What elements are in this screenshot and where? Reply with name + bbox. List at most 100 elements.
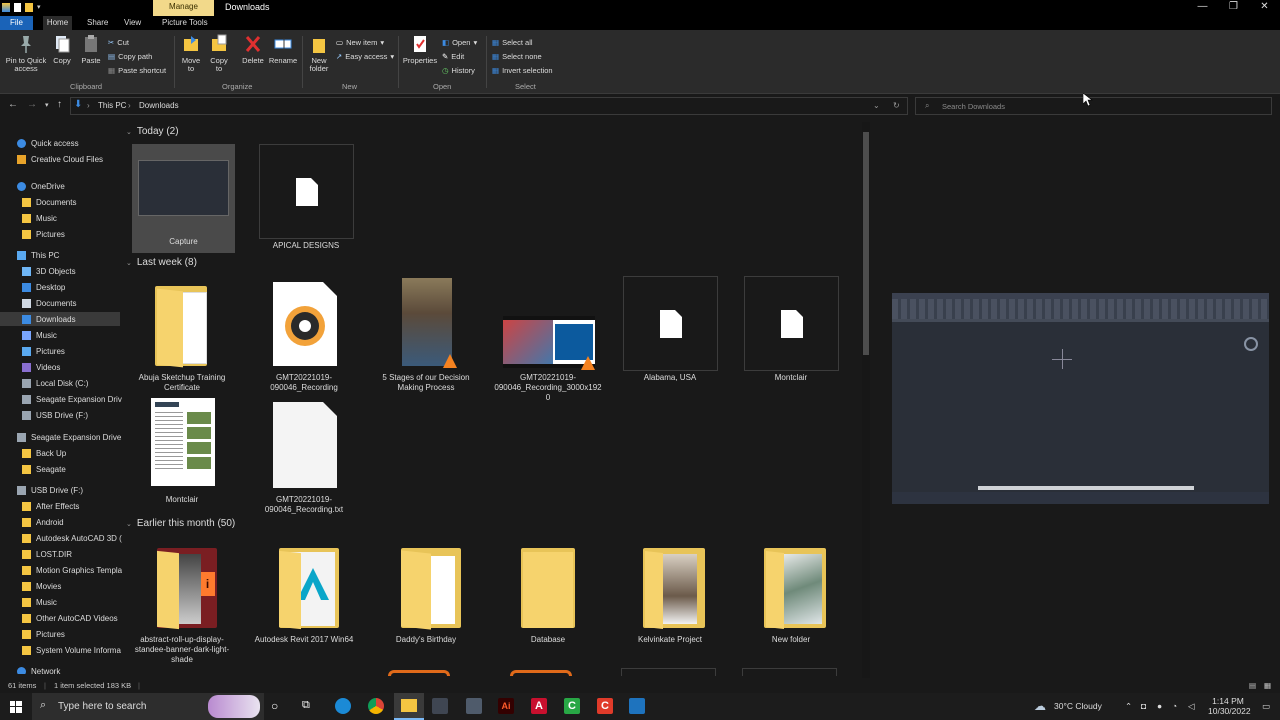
weather-text[interactable]: 30°C Cloudy bbox=[1054, 701, 1102, 711]
file-item-database[interactable]: Database bbox=[494, 538, 602, 645]
notifications-icon[interactable]: ▭ bbox=[1262, 701, 1270, 712]
close-button[interactable]: ✕ bbox=[1249, 0, 1280, 16]
large-icons-view-icon[interactable]: ▦ bbox=[1264, 681, 1271, 690]
nav-item[interactable]: Seagate bbox=[0, 462, 66, 476]
app-icon[interactable] bbox=[466, 698, 482, 714]
file-item-daddys-birthday[interactable]: Daddy's Birthday bbox=[372, 538, 480, 645]
tab-share[interactable]: Share bbox=[87, 16, 108, 30]
file-item-abuja-certificate[interactable]: Abuja Sketchup Training Certificate bbox=[128, 276, 236, 393]
task-view-icon[interactable]: ⧉ bbox=[302, 699, 310, 712]
nav-item[interactable]: Android bbox=[0, 515, 64, 529]
file-item-alabama[interactable]: Alabama, USA bbox=[616, 276, 724, 383]
autocad-icon[interactable]: A bbox=[531, 698, 547, 714]
nav-item[interactable]: 3D Objects bbox=[0, 264, 76, 278]
file-item-montclair-doc[interactable]: Montclair bbox=[128, 398, 236, 505]
nav-item[interactable]: LOST.DIR bbox=[0, 547, 72, 561]
app-icon[interactable] bbox=[432, 698, 448, 714]
file-item-gmt-recording-audio[interactable]: GMT20221019-090046_Recording bbox=[250, 276, 358, 393]
up-button[interactable]: ↑ bbox=[57, 99, 62, 110]
group-header-today[interactable]: ⌄ Today (2) bbox=[126, 126, 179, 137]
nav-item[interactable]: Other AutoCAD Videos bbox=[0, 611, 118, 625]
nav-item[interactable]: Pictures bbox=[0, 344, 65, 358]
minimize-button[interactable]: — bbox=[1187, 0, 1218, 16]
nav-item[interactable]: System Volume Informa bbox=[0, 643, 121, 657]
tab-home[interactable]: Home bbox=[43, 16, 72, 30]
microphone-icon[interactable]: ● bbox=[1157, 701, 1162, 711]
search-box[interactable]: ⌕ Search Downloads bbox=[915, 97, 1272, 115]
cut-button[interactable]: ✂ Cut bbox=[108, 36, 129, 48]
nav-item[interactable]: Videos bbox=[0, 360, 60, 374]
volume-icon[interactable]: ◁ bbox=[1188, 701, 1195, 712]
file-item-autodesk-revit[interactable]: Autodesk Revit 2017 Win64 bbox=[250, 538, 358, 645]
restore-button[interactable]: ❐ bbox=[1218, 0, 1249, 16]
nav-item[interactable]: Documents bbox=[0, 195, 76, 209]
vertical-scrollbar[interactable] bbox=[862, 122, 870, 678]
network-icon[interactable]: ◔ bbox=[1172, 701, 1177, 711]
nav-item[interactable]: Quick access bbox=[0, 136, 79, 150]
nav-item[interactable]: Pictures bbox=[0, 227, 65, 241]
file-item-abstract-banner[interactable]: i abstract-roll-up-display-standee-banne… bbox=[128, 538, 236, 665]
chrome-icon[interactable] bbox=[368, 698, 384, 714]
address-dropdown-icon[interactable]: ⌄ bbox=[873, 101, 880, 110]
tab-picture-tools[interactable]: Picture Tools bbox=[162, 16, 208, 30]
nav-item[interactable]: USB Drive (F:) bbox=[0, 408, 88, 422]
nav-item[interactable]: After Effects bbox=[0, 499, 79, 513]
nav-item[interactable]: USB Drive (F:) bbox=[0, 483, 83, 497]
edit-button[interactable]: ✎ Edit bbox=[442, 50, 464, 62]
nav-item[interactable]: OneDrive bbox=[0, 179, 65, 193]
group-header-last-week[interactable]: ⌄ Last week (8) bbox=[126, 257, 197, 268]
file-item-gmt-recording-video[interactable]: GMT20221019-090046_Recording_3000x1920 bbox=[494, 276, 602, 403]
paste-button[interactable]: Paste bbox=[80, 34, 102, 65]
file-item-kelvinkate-project[interactable]: Kelvinkate Project bbox=[616, 538, 724, 645]
weather-cloud-icon[interactable]: ☁ bbox=[1034, 699, 1046, 713]
tab-file[interactable]: File bbox=[0, 16, 33, 30]
nav-item[interactable]: This PC bbox=[0, 248, 59, 262]
details-view-icon[interactable]: ▤ bbox=[1249, 681, 1256, 690]
nav-item[interactable]: Motion Graphics Templa bbox=[0, 563, 122, 577]
file-item-5-stages[interactable]: 5 Stages of our Decision Making Process bbox=[372, 276, 480, 393]
forward-button[interactable]: → bbox=[27, 99, 37, 110]
select-none-button[interactable]: ▦ Select none bbox=[492, 50, 542, 62]
nav-item[interactable]: Back Up bbox=[0, 446, 66, 460]
clock[interactable]: 1:14 PM 10/30/2022 bbox=[1208, 696, 1251, 716]
group-header-earlier-this-month[interactable]: ⌄ Earlier this month (50) bbox=[126, 518, 235, 529]
nav-item[interactable]: Seagate Expansion Drive bbox=[0, 392, 122, 406]
cortana-icon[interactable]: ○ bbox=[271, 699, 278, 713]
manage-context-tab[interactable]: Manage bbox=[153, 0, 214, 16]
tray-app-icon[interactable]: ◘ bbox=[1141, 701, 1146, 711]
nav-item[interactable]: Music bbox=[0, 211, 57, 225]
select-all-button[interactable]: ▦ Select all bbox=[492, 36, 533, 48]
nav-item[interactable]: Pictures bbox=[0, 627, 65, 641]
nav-item[interactable]: Local Disk (C:) bbox=[0, 376, 88, 390]
nav-item[interactable]: Movies bbox=[0, 579, 61, 593]
address-bar[interactable]: ⬇ › This PC › Downloads ⌄ ↻ bbox=[70, 97, 908, 115]
open-button[interactable]: ◧ Open ▾ bbox=[442, 36, 477, 48]
breadcrumb-this-pc[interactable]: This PC bbox=[98, 101, 126, 110]
adobe-illustrator-icon[interactable]: Ai bbox=[498, 698, 514, 714]
file-explorer-taskbar-button[interactable] bbox=[394, 693, 424, 720]
copy-button[interactable]: Copy bbox=[52, 34, 72, 65]
nav-item[interactable]: Downloads bbox=[0, 312, 120, 326]
back-button[interactable]: ← bbox=[8, 99, 18, 110]
file-item-new-folder[interactable]: New folder bbox=[737, 538, 845, 645]
explorer-icon[interactable] bbox=[2, 3, 10, 12]
nav-item[interactable]: Documents bbox=[0, 296, 76, 310]
refresh-icon[interactable]: ↻ bbox=[893, 101, 900, 110]
scrollbar-thumb[interactable] bbox=[863, 132, 869, 355]
nav-item[interactable]: Network bbox=[0, 664, 60, 674]
delete-button[interactable]: Delete bbox=[240, 34, 266, 65]
nav-item[interactable]: Desktop bbox=[0, 280, 65, 294]
customize-toolbar-icon[interactable]: ▾ bbox=[37, 3, 43, 12]
nav-item[interactable]: Seagate Expansion Drive ( bbox=[0, 430, 122, 444]
paste-shortcut-button[interactable]: ▦ Paste shortcut bbox=[108, 64, 166, 76]
properties-button[interactable]: Properties bbox=[402, 34, 438, 65]
file-item-montclair[interactable]: Montclair bbox=[737, 276, 845, 383]
file-item-capture[interactable]: Capture bbox=[132, 144, 235, 253]
windows-start-icon[interactable] bbox=[10, 701, 22, 713]
file-item-apical-designs[interactable]: APICAL DESIGNS bbox=[252, 144, 360, 251]
rename-button[interactable]: Rename bbox=[268, 34, 298, 65]
history-button[interactable]: ◷ History bbox=[442, 64, 475, 76]
show-hidden-icons-icon[interactable]: ⌃ bbox=[1125, 701, 1132, 712]
new-folder-icon[interactable] bbox=[25, 3, 33, 12]
nav-item[interactable]: Music bbox=[0, 328, 57, 342]
